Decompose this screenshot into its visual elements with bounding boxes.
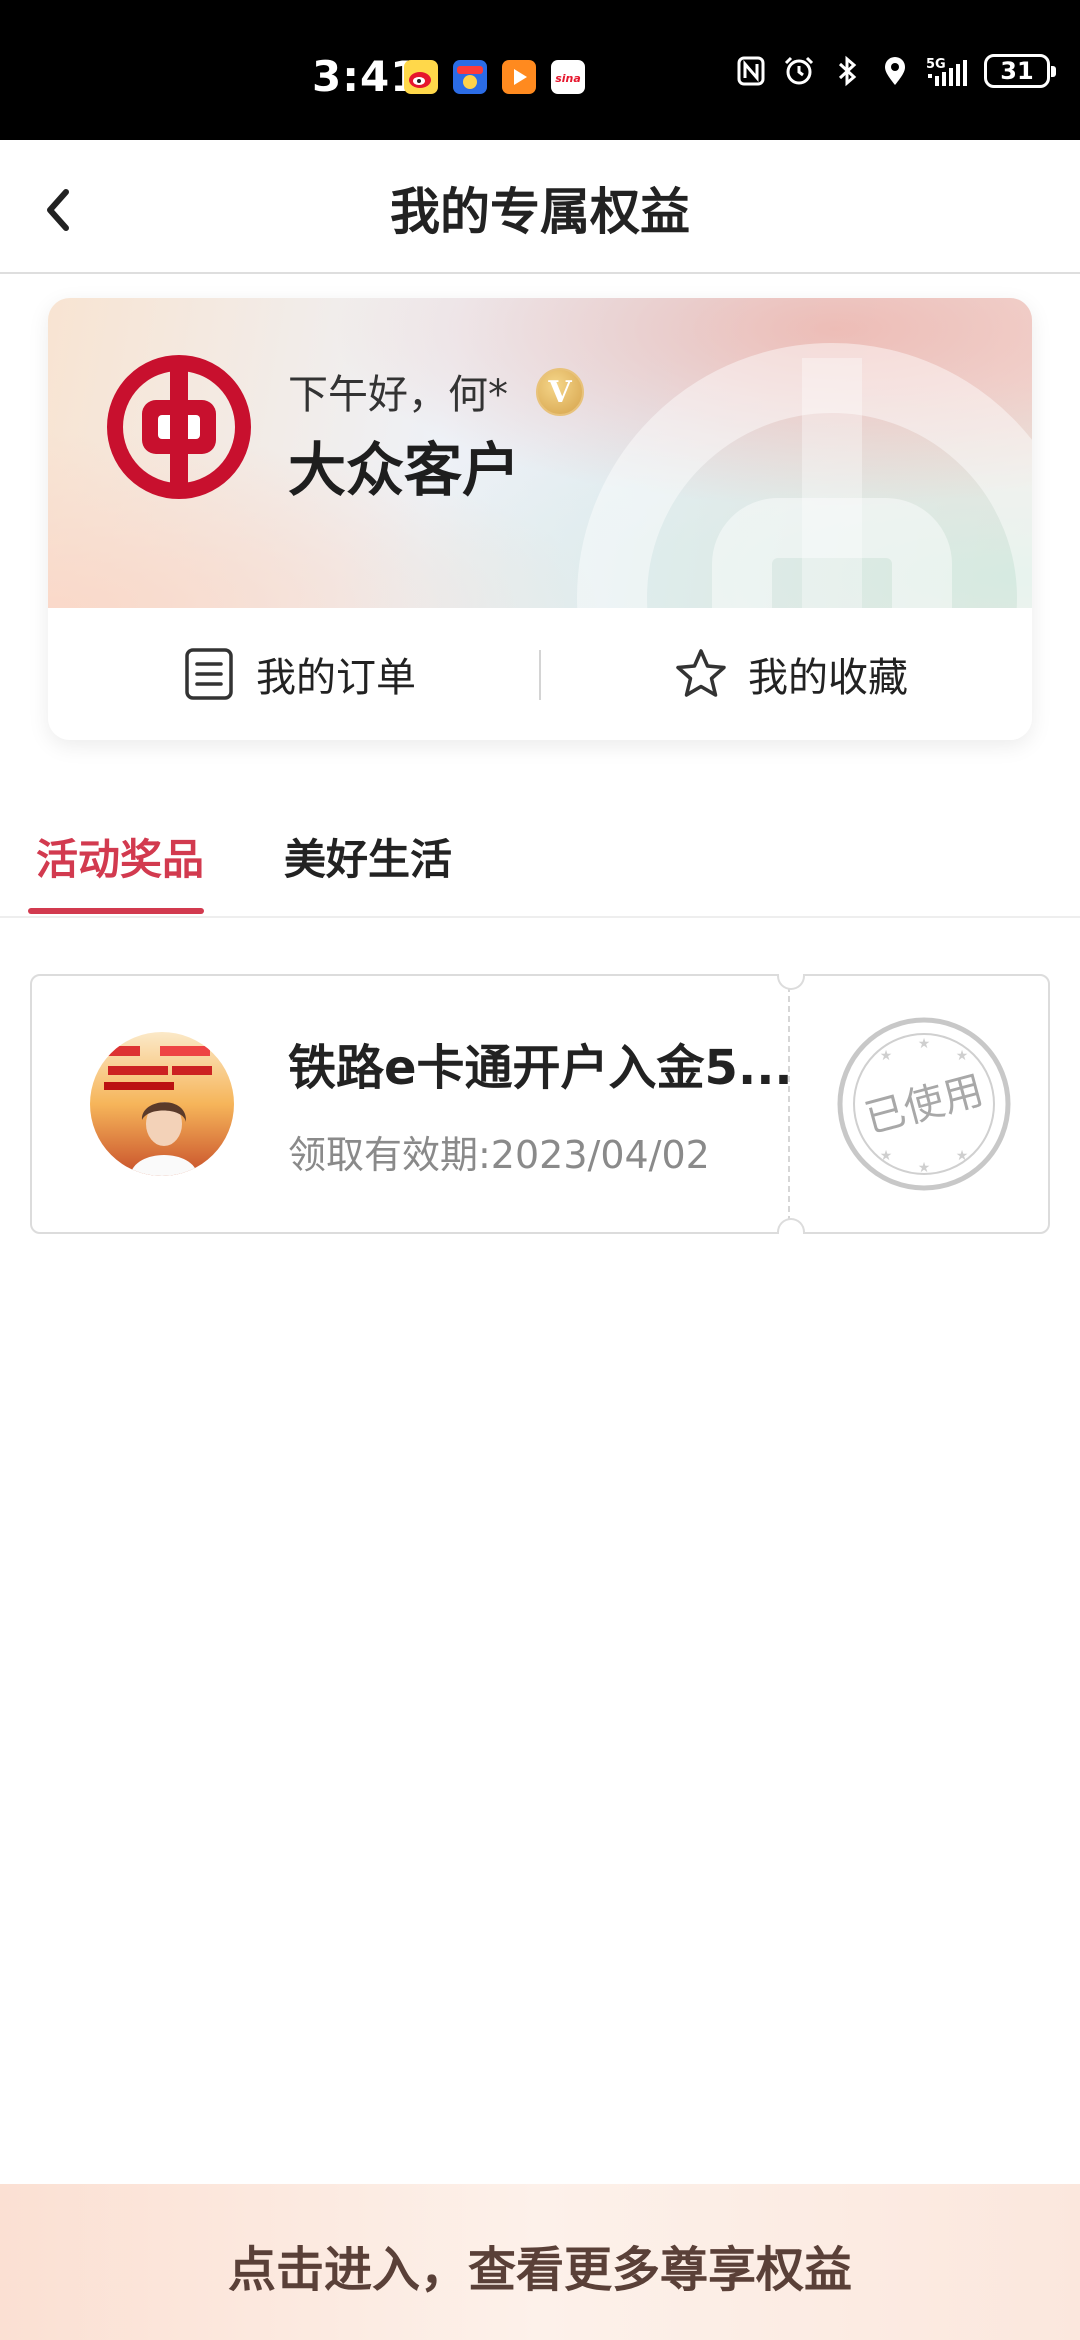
weibo-app-icon — [404, 60, 438, 94]
customer-level: 大众客户 — [288, 436, 521, 504]
svg-text:★: ★ — [956, 1148, 969, 1164]
coupon-title: 铁路e卡通开户入金5... — [288, 1040, 793, 1096]
svg-text:sina: sina — [555, 72, 581, 85]
coupon-validity-date: 领取有效期:2023/04/02 — [288, 1133, 710, 1177]
coupon-notch-bottom — [777, 1218, 805, 1234]
svg-text:★: ★ — [956, 1048, 969, 1064]
active-tab-indicator — [28, 908, 204, 914]
actions-divider — [539, 650, 541, 700]
signal-5g-icon: 5G — [926, 57, 967, 86]
page-title: 我的专属权益 — [390, 183, 690, 241]
category-tabs: 活动奖品 美好生活 — [0, 800, 1080, 918]
coupon-notch-top — [777, 974, 805, 990]
svg-text:★: ★ — [880, 1048, 893, 1064]
greeting-text: 下午好，何* — [288, 372, 508, 418]
svg-text:5G: 5G — [926, 57, 946, 72]
profile-card-actions: 我的订单 我的收藏 — [48, 608, 1032, 740]
nfc-icon — [737, 56, 765, 86]
svg-text:★: ★ — [918, 1160, 931, 1176]
boc-logo-icon — [107, 355, 251, 499]
profile-card-header: 下午好，何* V 大众客户 — [48, 298, 1032, 740]
profile-card: 下午好，何* V 大众客户 我的订单 我的收藏 — [48, 298, 1032, 740]
my-orders-label: 我的订单 — [256, 655, 416, 701]
game-app-icon — [453, 60, 487, 94]
svg-text:★: ★ — [880, 1148, 893, 1164]
status-icons: 5G 31 — [734, 54, 1056, 88]
nav-bar: 我的专属权益 — [0, 140, 1080, 274]
more-benefits-banner[interactable]: 点击进入，查看更多尊享权益 — [0, 2184, 1080, 2340]
order-list-icon — [185, 648, 233, 700]
my-favorites-label: 我的收藏 — [748, 655, 908, 701]
my-favorites-button[interactable]: 我的收藏 — [674, 608, 908, 740]
video-app-icon — [502, 60, 536, 94]
svg-text:★: ★ — [918, 1036, 931, 1052]
used-stamp-label: 已使用 — [860, 1067, 988, 1142]
tab-activity-prizes[interactable]: 活动奖品 — [36, 826, 204, 887]
used-stamp-icon: ★ ★ ★ ★ ★ ★ 已使用 — [837, 1017, 1011, 1191]
bluetooth-icon — [838, 55, 857, 87]
vip-badge-icon: V — [536, 368, 584, 416]
alarm-icon — [784, 56, 814, 85]
tab-better-life[interactable]: 美好生活 — [284, 826, 452, 887]
sina-app-icon: sina — [551, 60, 585, 94]
location-icon — [885, 57, 905, 85]
more-benefits-text: 点击进入，查看更多尊享权益 — [227, 2242, 852, 2298]
status-bar: 3:41 sina 5G 31 — [0, 0, 1080, 140]
battery-indicator: 31 — [984, 54, 1056, 88]
coupon-thumbnail — [90, 1032, 234, 1176]
coupon-card[interactable]: 铁路e卡通开户入金5... 领取有效期:2023/04/02 ★ ★ ★ ★ ★… — [30, 974, 1050, 1234]
star-icon — [676, 649, 726, 697]
my-orders-button[interactable]: 我的订单 — [182, 608, 416, 740]
coupon-perforation — [788, 976, 790, 1232]
